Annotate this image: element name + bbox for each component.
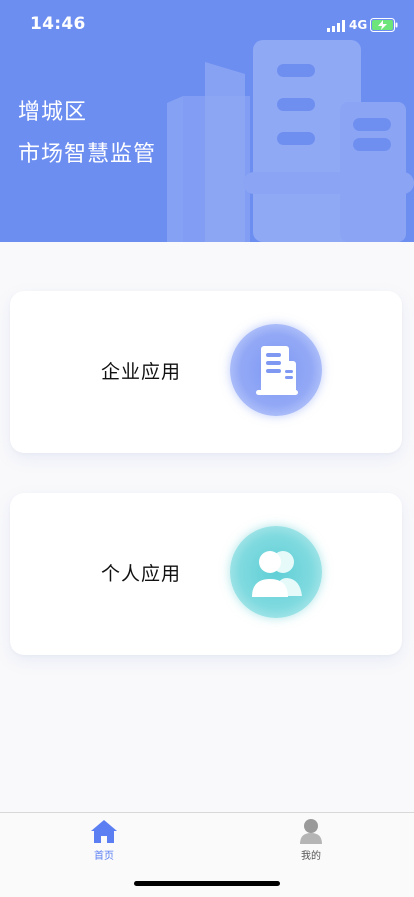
tab-home-label: 首页 <box>94 851 114 862</box>
users-icon <box>230 526 322 618</box>
enterprise-app-card[interactable]: 企业应用 <box>10 291 402 453</box>
tab-home[interactable]: 首页 <box>74 817 134 862</box>
enterprise-app-label: 企业应用 <box>100 361 181 383</box>
status-time: 14:46 <box>30 14 86 34</box>
tab-mine[interactable]: 我的 <box>281 817 341 862</box>
building-illustration <box>167 40 414 242</box>
header-title-app: 市场智慧监管 <box>18 142 157 167</box>
network-type: 4G <box>349 18 368 32</box>
header-banner: 14:46 4G 增城区 市场智慧监管 <box>0 0 414 242</box>
battery-charging-icon <box>370 18 398 32</box>
personal-app-label: 个人应用 <box>100 563 181 585</box>
tab-mine-label: 我的 <box>301 851 321 862</box>
cellular-signal-icon <box>327 20 345 32</box>
status-bar: 14:46 4G <box>0 0 414 48</box>
user-icon <box>300 819 322 844</box>
home-indicator <box>134 881 280 886</box>
personal-app-card[interactable]: 个人应用 <box>10 493 402 655</box>
building-icon <box>230 324 322 416</box>
home-icon <box>91 820 117 843</box>
header-title-district: 增城区 <box>18 100 88 125</box>
